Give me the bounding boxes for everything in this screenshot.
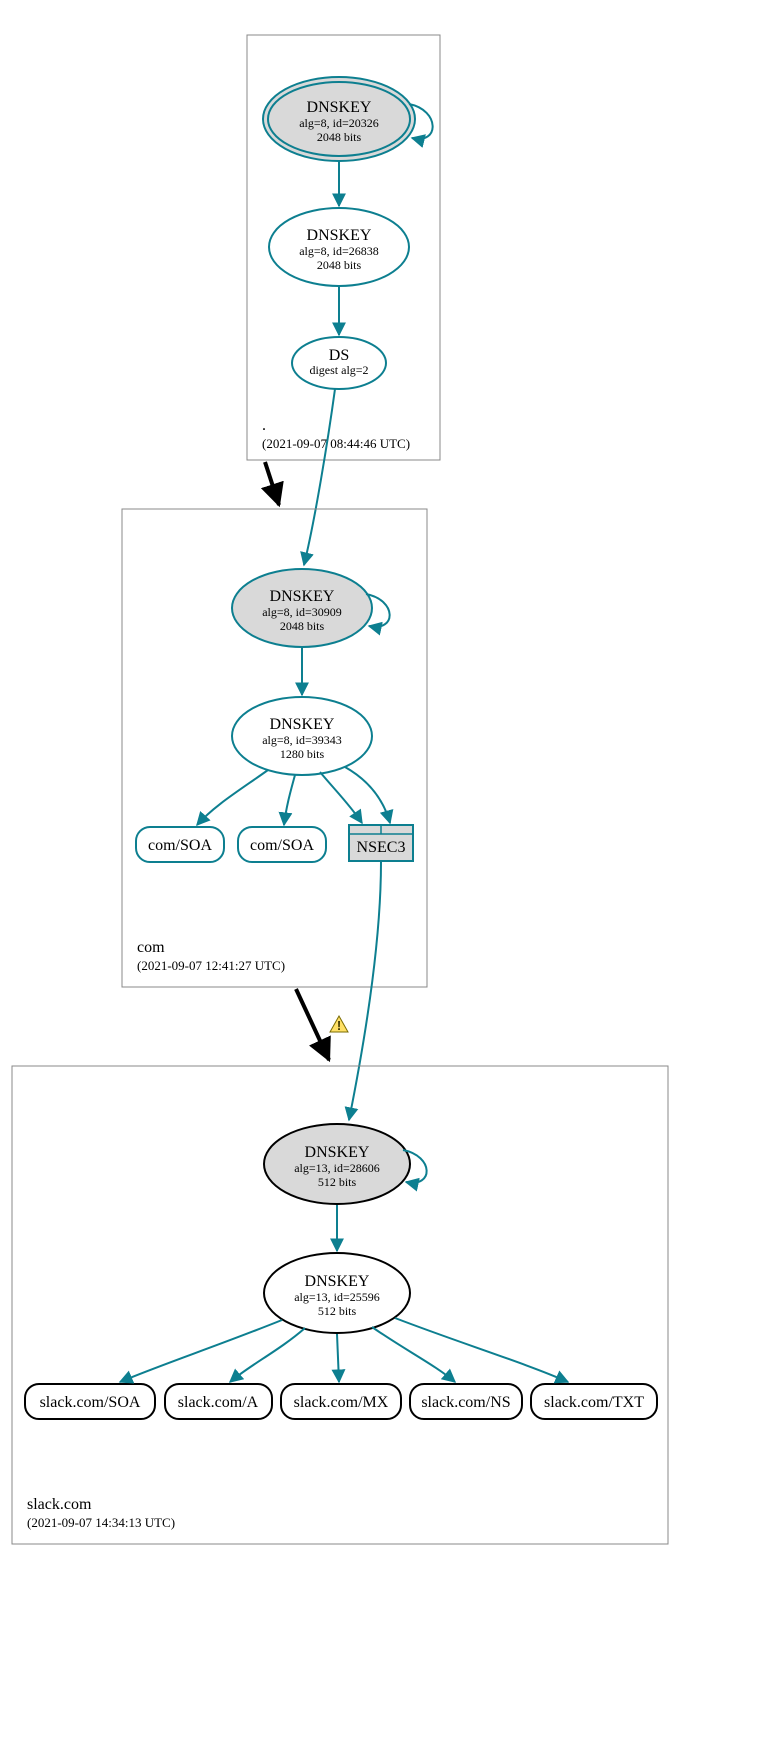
- com-zsk-line3: 1280 bits: [280, 747, 325, 761]
- slack-rr3-title: slack.com/MX: [294, 1394, 389, 1411]
- slack-rr2-title: slack.com/A: [178, 1394, 259, 1411]
- root-ksk-title: DNSKEY: [307, 99, 372, 116]
- slack-ksk-line2: alg=13, id=28606: [294, 1161, 380, 1175]
- com-ksk-title: DNSKEY: [270, 588, 335, 605]
- slack-rr-txt: slack.com/TXT: [531, 1384, 657, 1419]
- slack-rr-ns: slack.com/NS: [410, 1384, 522, 1419]
- dnssec-diagram: . (2021-09-07 08:44:46 UTC) DNSKEY alg=8…: [0, 0, 759, 1749]
- root-zsk-line3: 2048 bits: [317, 258, 362, 272]
- slack-rr-mx: slack.com/MX: [281, 1384, 401, 1419]
- slack-rr-a: slack.com/A: [165, 1384, 272, 1419]
- edge-slack-zsk-rr5: [395, 1318, 568, 1382]
- edge-root-ds-com-ksk: [304, 389, 335, 565]
- root-ksk-node: DNSKEY alg=8, id=20326 2048 bits: [263, 77, 415, 161]
- edge-com-zsk-soa2: [284, 775, 295, 825]
- com-nsec3-node: NSEC3: [349, 825, 413, 861]
- root-zsk-line2: alg=8, id=26838: [299, 244, 379, 258]
- slack-ksk-line3: 512 bits: [318, 1175, 357, 1189]
- com-ksk-line2: alg=8, id=30909: [262, 605, 342, 619]
- edge-slack-zsk-rr3: [337, 1334, 339, 1382]
- com-soa1-node: com/SOA: [136, 827, 224, 862]
- zone-slack-name: slack.com: [27, 1496, 92, 1513]
- root-ds-line2: digest alg=2: [309, 363, 368, 377]
- slack-rr4-title: slack.com/NS: [421, 1394, 510, 1411]
- com-ksk-line3: 2048 bits: [280, 619, 325, 633]
- slack-zsk-title: DNSKEY: [305, 1273, 370, 1290]
- root-zsk-title: DNSKEY: [307, 227, 372, 244]
- zone-root-timestamp: (2021-09-07 08:44:46 UTC): [262, 436, 410, 451]
- com-soa2-node: com/SOA: [238, 827, 326, 862]
- slack-rr1-title: slack.com/SOA: [40, 1394, 141, 1411]
- zone-root: . (2021-09-07 08:44:46 UTC) DNSKEY alg=8…: [247, 35, 440, 460]
- edge-root-to-com-delegation: [265, 462, 279, 505]
- root-zsk-node: DNSKEY alg=8, id=26838 2048 bits: [269, 208, 409, 286]
- edge-com-zsk-soa1: [197, 770, 268, 825]
- edge-com-zsk-nsec3a: [320, 772, 362, 823]
- zone-slack: slack.com (2021-09-07 14:34:13 UTC) DNSK…: [12, 1066, 668, 1544]
- edge-com-to-slack-delegation: [296, 989, 329, 1060]
- com-nsec3-title: NSEC3: [357, 839, 406, 856]
- slack-rr5-title: slack.com/TXT: [544, 1394, 644, 1411]
- slack-zsk-line2: alg=13, id=25596: [294, 1290, 380, 1304]
- slack-ksk-node: DNSKEY alg=13, id=28606 512 bits: [264, 1124, 410, 1204]
- root-ds-node: DS digest alg=2: [292, 337, 386, 389]
- edge-com-nsec3-slack-ksk: [349, 862, 381, 1120]
- slack-rr-soa: slack.com/SOA: [25, 1384, 155, 1419]
- svg-text:!: !: [337, 1018, 341, 1033]
- root-ksk-line3: 2048 bits: [317, 130, 362, 144]
- zone-com-timestamp: (2021-09-07 12:41:27 UTC): [137, 958, 285, 973]
- com-zsk-line2: alg=8, id=39343: [262, 733, 342, 747]
- com-soa1-title: com/SOA: [148, 837, 212, 854]
- zone-slack-timestamp: (2021-09-07 14:34:13 UTC): [27, 1515, 175, 1530]
- edge-com-zsk-nsec3b: [345, 767, 390, 823]
- zone-root-name: .: [262, 417, 266, 434]
- edge-slack-zsk-rr1: [120, 1320, 282, 1382]
- warning-icon: !: [330, 1016, 348, 1033]
- com-zsk-node: DNSKEY alg=8, id=39343 1280 bits: [232, 697, 372, 775]
- slack-zsk-node: DNSKEY alg=13, id=25596 512 bits: [264, 1253, 410, 1333]
- com-zsk-title: DNSKEY: [270, 716, 335, 733]
- slack-ksk-title: DNSKEY: [305, 1144, 370, 1161]
- zone-com-name: com: [137, 939, 165, 956]
- zone-com: com (2021-09-07 12:41:27 UTC) DNSKEY alg…: [122, 509, 427, 987]
- com-ksk-node: DNSKEY alg=8, id=30909 2048 bits: [232, 569, 372, 647]
- com-soa2-title: com/SOA: [250, 837, 314, 854]
- slack-zsk-line3: 512 bits: [318, 1304, 357, 1318]
- root-ds-title: DS: [329, 347, 349, 364]
- root-ksk-line2: alg=8, id=20326: [299, 116, 379, 130]
